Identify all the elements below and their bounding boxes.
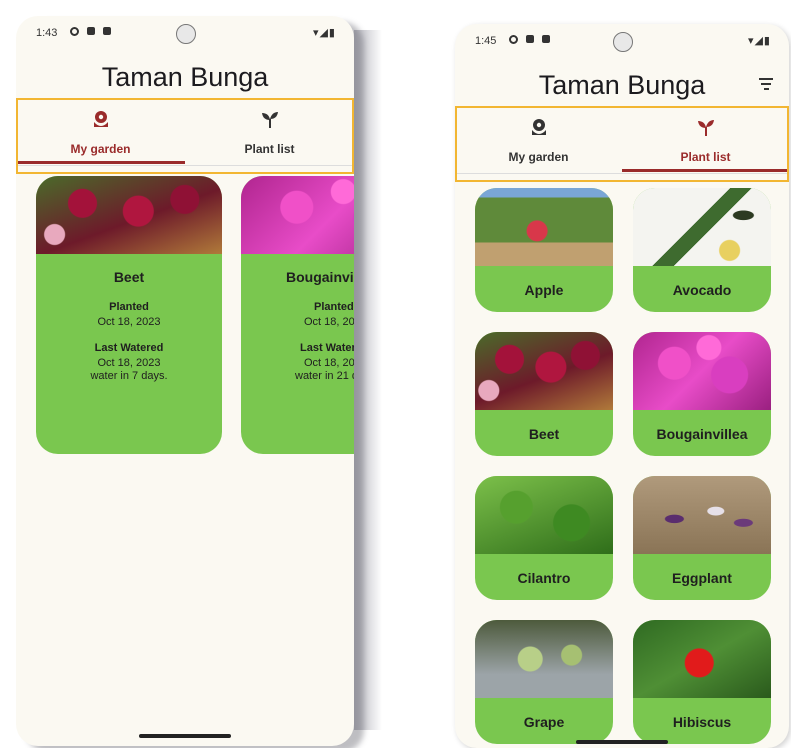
plant-name: Hibiscus — [672, 714, 732, 730]
plant-name: Bougainvi — [286, 269, 354, 285]
camera-cutout — [176, 24, 196, 44]
bougainvillea-photo — [241, 176, 354, 254]
tab-bar: My garden Plant list — [16, 100, 354, 170]
plant-name: Avocado — [672, 282, 732, 298]
plant-card-eggplant[interactable]: Eggplant — [633, 476, 771, 600]
status-icons — [509, 35, 550, 44]
phone-screen-my-garden: 1:43 ▾◢▮ Taman Bunga My garden Plant lis… — [16, 16, 354, 746]
plant-card-beet[interactable]: Beet — [475, 332, 613, 456]
water-interval: water in 21 d — [295, 370, 354, 382]
status-time: 1:45 — [475, 35, 497, 47]
tab-label: Plant list — [244, 142, 295, 156]
tab-plant-list[interactable]: Plant list — [622, 108, 789, 178]
notification-icon — [542, 35, 550, 43]
plant-name: Cilantro — [517, 570, 571, 586]
tab-label: My garden — [508, 150, 569, 164]
notification-icon — [103, 27, 111, 35]
app-title: Taman Bunga — [101, 62, 269, 92]
plant-name: Grape — [523, 714, 565, 730]
grape-photo — [475, 620, 613, 698]
app-title: Taman Bunga — [538, 70, 706, 100]
plant-name: Beet — [528, 426, 560, 442]
garden-card-beet[interactable]: Beet Planted Oct 18, 2023 Last Watered O… — [36, 176, 222, 454]
eggplant-photo — [633, 476, 771, 554]
camera-cutout — [613, 32, 633, 52]
tab-label: My garden — [70, 142, 131, 156]
planted-label: Planted — [314, 301, 354, 313]
beet-photo — [475, 332, 613, 410]
planted-date: Oct 18, 202 — [304, 316, 354, 328]
sim-icon — [526, 35, 534, 43]
tab-divider — [16, 165, 354, 166]
status-icons — [70, 27, 111, 36]
plant-card-avocado[interactable]: Avocado — [633, 188, 771, 312]
apple-photo — [475, 188, 613, 266]
phone-shadow — [354, 30, 382, 730]
status-bar: 1:45 ▾◢▮ — [455, 24, 789, 58]
cilantro-photo — [475, 476, 613, 554]
sprout-icon — [696, 118, 716, 143]
status-bar: 1:43 ▾◢▮ — [16, 16, 354, 50]
shield-icon — [509, 35, 518, 44]
status-time: 1:43 — [36, 27, 58, 39]
planted-date: Oct 18, 2023 — [97, 316, 161, 328]
hibiscus-photo — [633, 620, 771, 698]
plant-name: Apple — [524, 282, 564, 298]
water-interval: water in 7 days. — [90, 370, 168, 382]
plant-name: Beet — [113, 269, 145, 285]
sprout-icon — [260, 110, 280, 135]
tab-label: Plant list — [680, 150, 731, 164]
flower-icon — [91, 110, 111, 135]
tab-divider — [455, 173, 789, 174]
last-watered-label: Last Watered — [94, 342, 164, 354]
plant-card-apple[interactable]: Apple — [475, 188, 613, 312]
beet-photo — [36, 176, 222, 254]
last-watered-label: Last Water — [300, 342, 354, 354]
phone-screen-plant-list: 1:45 ▾◢▮ Taman Bunga My garden Plant lis… — [455, 24, 789, 748]
signal-battery-icon: ▾◢▮ — [312, 27, 336, 39]
avocado-photo — [633, 188, 771, 266]
plant-card-grape[interactable]: Grape — [475, 620, 613, 744]
plant-name: Bougainvillea — [656, 426, 748, 442]
filter-icon[interactable] — [759, 78, 773, 93]
plant-card-hibiscus[interactable]: Hibiscus — [633, 620, 771, 744]
gesture-bar — [576, 740, 668, 744]
flower-icon — [529, 118, 549, 143]
sim-icon — [87, 27, 95, 35]
planted-label: Planted — [109, 301, 149, 313]
signal-battery-icon: ▾◢▮ — [747, 35, 771, 47]
garden-card-bougainvillea[interactable]: Bougainvi Planted Oct 18, 202 Last Water… — [241, 176, 354, 454]
plant-name: Eggplant — [672, 570, 732, 586]
gesture-bar — [139, 734, 231, 738]
tab-my-garden[interactable]: My garden — [16, 100, 185, 170]
plant-card-cilantro[interactable]: Cilantro — [475, 476, 613, 600]
bougainvillea-photo — [633, 332, 771, 410]
tab-bar: My garden Plant list — [455, 108, 789, 178]
last-watered-date: Oct 18, 202 — [304, 357, 354, 369]
plant-card-bougainvillea[interactable]: Bougainvillea — [633, 332, 771, 456]
shield-icon — [70, 27, 79, 36]
tab-my-garden[interactable]: My garden — [455, 108, 622, 178]
last-watered-date: Oct 18, 2023 — [97, 357, 161, 369]
tab-plant-list[interactable]: Plant list — [185, 100, 354, 170]
